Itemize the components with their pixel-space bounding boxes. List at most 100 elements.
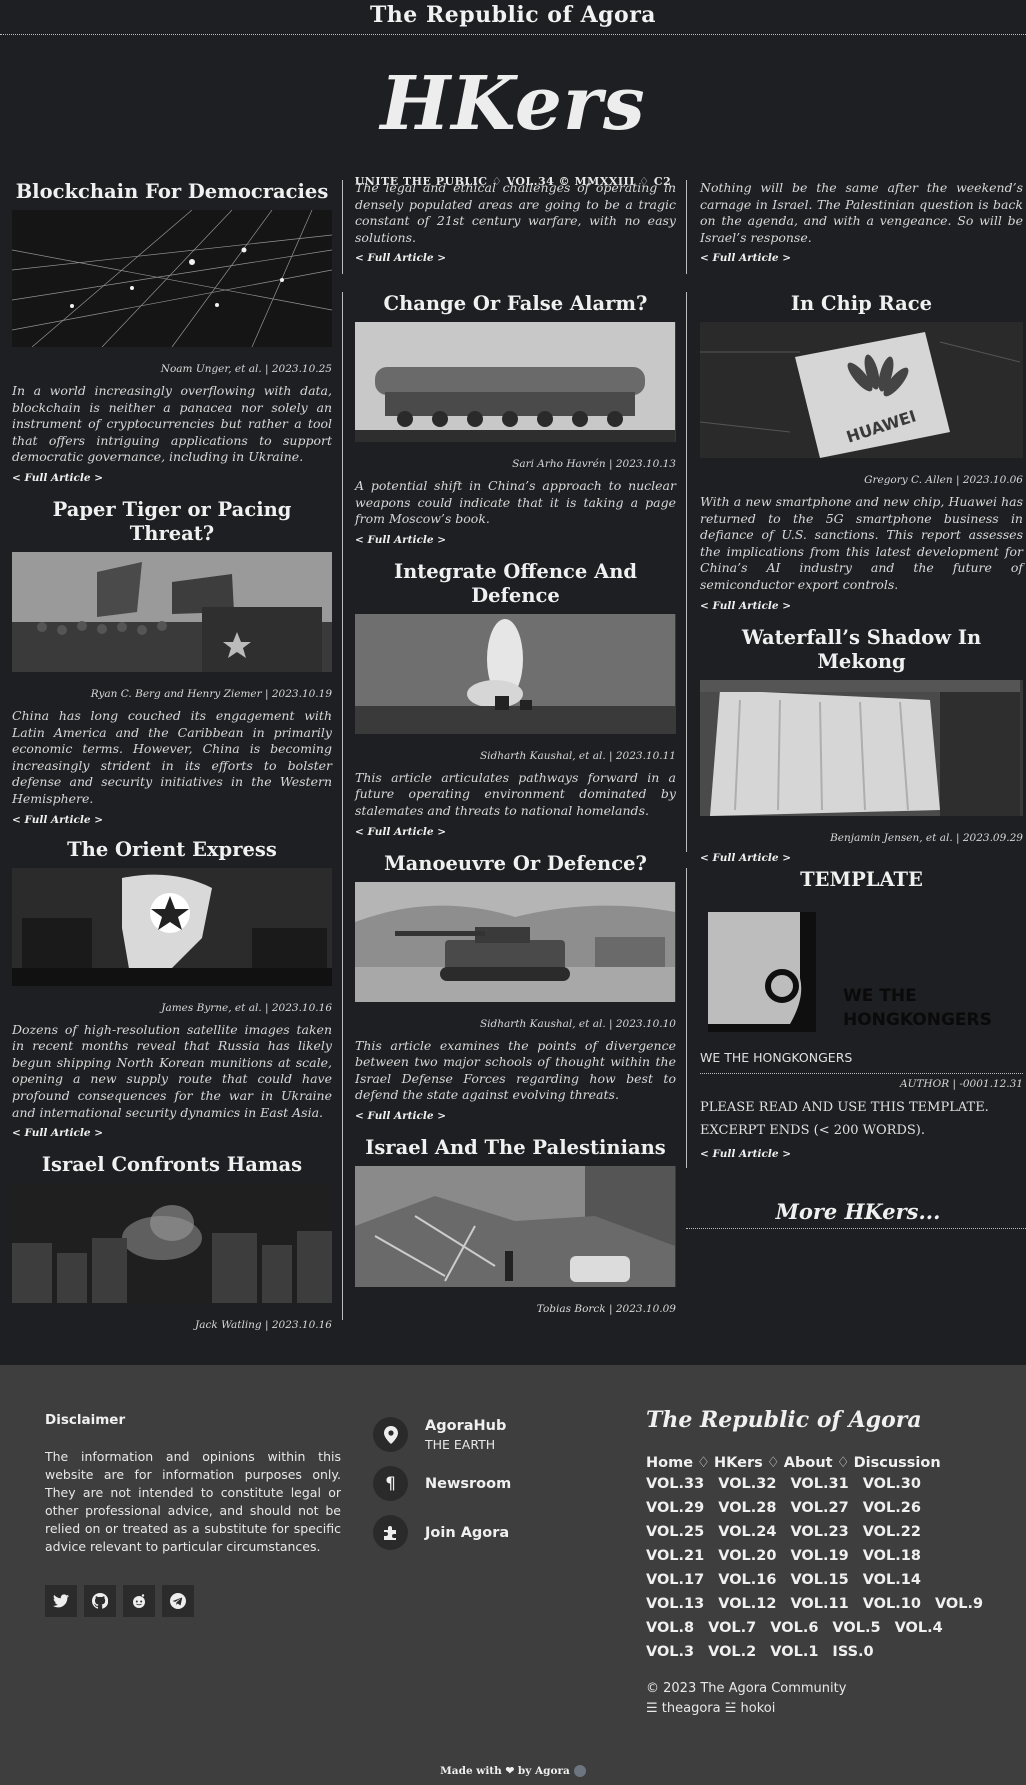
volume-link[interactable]: VOL.32 bbox=[718, 1476, 776, 1492]
article-title[interactable]: Israel Confronts Hamas bbox=[12, 1153, 332, 1177]
volume-link[interactable]: VOL.9 bbox=[935, 1596, 983, 1612]
article-title[interactable]: Waterfall’s Shadow In Mekong bbox=[700, 626, 1023, 674]
volume-link[interactable]: VOL.30 bbox=[863, 1476, 921, 1492]
full-article-link[interactable]: < Full Article > bbox=[355, 252, 676, 264]
article-photo-rubble[interactable] bbox=[355, 1165, 676, 1287]
more-hkers-wrap: More HKers... bbox=[686, 1185, 1026, 1229]
nav-about[interactable]: About bbox=[784, 1455, 833, 1471]
full-article-link[interactable]: < Full Article > bbox=[12, 814, 332, 826]
status-dot bbox=[573, 1765, 586, 1777]
twitter-icon[interactable] bbox=[45, 1585, 77, 1617]
volume-link[interactable]: VOL.7 bbox=[708, 1620, 756, 1636]
volume-link[interactable]: VOL.1 bbox=[770, 1644, 818, 1660]
article-title[interactable]: TEMPLATE bbox=[700, 868, 1023, 892]
article-title[interactable]: Israel And The Palestinians bbox=[355, 1136, 676, 1160]
article-title[interactable]: Blockchain For Democracies bbox=[12, 180, 332, 204]
article-photo-missile-launch[interactable] bbox=[355, 613, 676, 734]
volume-link[interactable]: VOL.20 bbox=[718, 1548, 776, 1564]
footer-link-join-agora[interactable]: Join Agora bbox=[373, 1515, 623, 1550]
article-byline: Noam Unger, et al. | 2023.10.25 bbox=[160, 363, 332, 375]
article-title[interactable]: Change Or False Alarm? bbox=[355, 292, 676, 316]
column-middle-articles: Change Or False Alarm? Sari Arho Havrén … bbox=[342, 292, 686, 1320]
hkers-logo[interactable]: HKers bbox=[0, 49, 1026, 159]
article-excerpt: A potential shift in China’s approach to… bbox=[355, 478, 676, 527]
volume-link[interactable]: VOL.25 bbox=[646, 1524, 704, 1540]
article-photo-gaza-night[interactable] bbox=[12, 1183, 332, 1304]
article-photo-orient-express[interactable] bbox=[12, 867, 332, 986]
volume-link[interactable]: VOL.3 bbox=[646, 1644, 694, 1660]
article-card: Waterfall’s Shadow In Mekong Benjamin Je… bbox=[700, 626, 1023, 864]
article-excerpt: This article examines the points of dive… bbox=[355, 1037, 676, 1103]
article-photo-tank[interactable] bbox=[355, 881, 676, 1002]
volume-link[interactable]: VOL.18 bbox=[863, 1548, 921, 1564]
volume-link[interactable]: VOL.14 bbox=[863, 1572, 921, 1588]
volume-link[interactable]: VOL.12 bbox=[718, 1596, 776, 1612]
article-photo-missile-parade[interactable] bbox=[355, 322, 676, 442]
footer-disclaimer: Disclaimer The information and opinions … bbox=[45, 1412, 341, 1617]
volume-link[interactable]: VOL.2 bbox=[708, 1644, 756, 1660]
article-title[interactable]: Integrate Offence And Defence bbox=[355, 560, 676, 608]
more-hkers-link[interactable]: More HKers... bbox=[686, 1199, 1026, 1229]
full-article-link[interactable]: < Full Article > bbox=[12, 1127, 332, 1139]
full-article-link[interactable]: < Full Article > bbox=[355, 826, 676, 838]
full-article-link[interactable]: < Full Article > bbox=[355, 534, 676, 546]
article-photo-flags[interactable] bbox=[12, 551, 332, 672]
volume-link[interactable]: VOL.21 bbox=[646, 1548, 704, 1564]
template-logo-text-2: HONGKONGERS bbox=[843, 1010, 992, 1030]
footer-brand[interactable]: The Republic of Agora bbox=[646, 1407, 991, 1433]
volume-link[interactable]: VOL.31 bbox=[790, 1476, 848, 1492]
volume-link[interactable]: VOL.6 bbox=[770, 1620, 818, 1636]
full-article-link[interactable]: < Full Article > bbox=[700, 852, 1023, 864]
volume-link[interactable]: VOL.5 bbox=[832, 1620, 880, 1636]
github-icon[interactable] bbox=[84, 1585, 116, 1617]
volume-link[interactable]: VOL.17 bbox=[646, 1572, 704, 1588]
volume-link[interactable]: VOL.22 bbox=[863, 1524, 921, 1540]
nav-discussion[interactable]: Discussion bbox=[854, 1455, 941, 1471]
full-article-link[interactable]: < Full Article > bbox=[355, 1110, 676, 1122]
article-photo-network-grid[interactable] bbox=[12, 210, 332, 347]
column-left: Blockchain For Democracies Noam Unger, e… bbox=[0, 180, 344, 1331]
template-caption: WE THE HONGKONGERS bbox=[700, 1050, 853, 1065]
article-title[interactable]: Manoeuvre Or Defence? bbox=[355, 852, 676, 876]
article-photo-waterfall[interactable] bbox=[700, 679, 1023, 816]
huawei-chip-image: HUAWEI bbox=[700, 322, 1021, 458]
volume-link[interactable]: VOL.33 bbox=[646, 1476, 704, 1492]
volume-link[interactable]: VOL.11 bbox=[790, 1596, 848, 1612]
full-article-link[interactable]: < Full Article > bbox=[12, 472, 332, 484]
volume-link[interactable]: VOL.10 bbox=[863, 1596, 921, 1612]
volume-link[interactable]: VOL.29 bbox=[646, 1500, 704, 1516]
nav-hkers[interactable]: HKers bbox=[714, 1455, 763, 1471]
template-image[interactable]: WE THE HONGKONGERS bbox=[700, 898, 1023, 1046]
volume-link[interactable]: VOL.19 bbox=[790, 1548, 848, 1564]
full-article-link[interactable]: < Full Article > bbox=[700, 252, 1023, 264]
article-byline: Sari Arho Havrén | 2023.10.13 bbox=[512, 458, 676, 470]
article-title[interactable]: In Chip Race bbox=[700, 292, 1023, 316]
full-article-link[interactable]: < Full Article > bbox=[700, 600, 1023, 612]
volume-link[interactable]: VOL.27 bbox=[790, 1500, 848, 1516]
volume-link[interactable]: VOL.4 bbox=[895, 1620, 943, 1636]
article-title[interactable]: Paper Tiger or Pacing Threat? bbox=[12, 498, 332, 546]
nav-home[interactable]: Home bbox=[646, 1455, 693, 1471]
volume-link[interactable]: VOL.15 bbox=[790, 1572, 848, 1588]
full-article-link[interactable]: < Full Article > bbox=[700, 1148, 1023, 1160]
volume-link[interactable]: VOL.28 bbox=[718, 1500, 776, 1516]
volume-link[interactable]: VOL.8 bbox=[646, 1620, 694, 1636]
footer-link-label: Newsroom bbox=[425, 1475, 512, 1492]
footer-link-agorahub[interactable]: AgoraHub THE EARTH bbox=[373, 1417, 623, 1452]
telegram-icon[interactable] bbox=[162, 1585, 194, 1617]
volume-link[interactable]: VOL.26 bbox=[863, 1500, 921, 1516]
volume-link[interactable]: ISS.0 bbox=[832, 1644, 873, 1660]
volume-link[interactable]: VOL.13 bbox=[646, 1596, 704, 1612]
footer-link-newsroom[interactable]: ¶ Newsroom bbox=[373, 1466, 623, 1501]
network-grid-image bbox=[12, 210, 332, 347]
volume-link[interactable]: VOL.23 bbox=[790, 1524, 848, 1540]
footer-copyright: © 2023 The Agora Community ☰ theagora ☱ … bbox=[646, 1679, 991, 1719]
social-handles[interactable]: ☰ theagora ☱ hokoi bbox=[646, 1699, 991, 1719]
article-photo-huawei-chip[interactable]: HUAWEI bbox=[700, 322, 1023, 458]
volume-link[interactable]: VOL.16 bbox=[718, 1572, 776, 1588]
reddit-icon[interactable] bbox=[123, 1585, 155, 1617]
article-byline: AUTHOR | -0001.12.31 bbox=[900, 1078, 1023, 1090]
site-title[interactable]: The Republic of Agora bbox=[0, 0, 1026, 35]
article-title[interactable]: The Orient Express bbox=[12, 838, 332, 862]
volume-link[interactable]: VOL.24 bbox=[718, 1524, 776, 1540]
